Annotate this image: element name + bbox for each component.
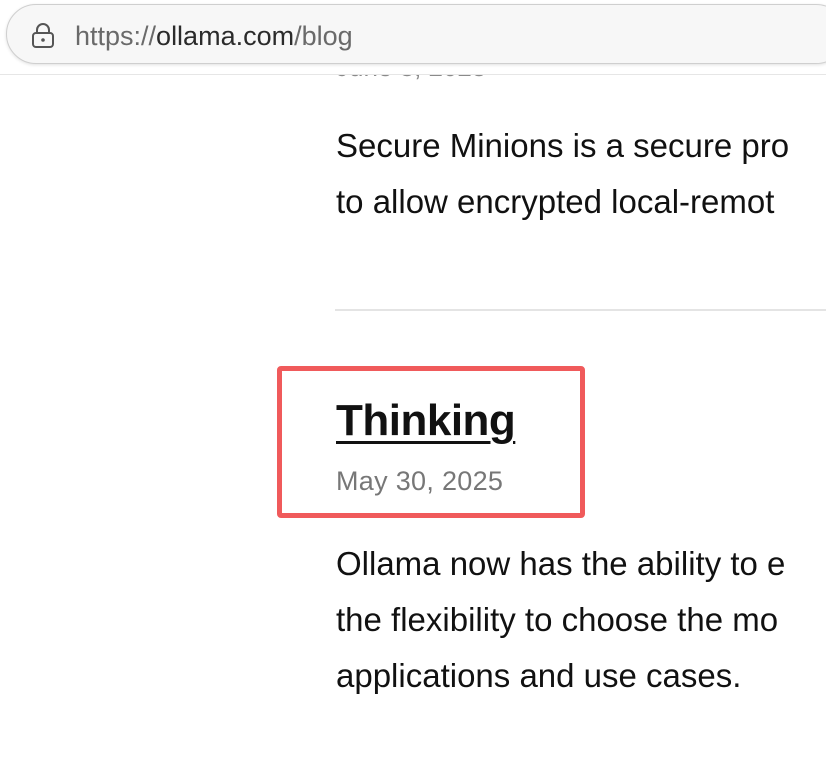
post-title-link[interactable]: Thinking — [336, 396, 516, 446]
address-bar[interactable]: https://ollama.com/blog — [6, 4, 826, 64]
excerpt-line: Secure Minions is a secure pro — [336, 127, 790, 164]
post-date: May 30, 2025 — [336, 466, 504, 496]
lock-icon — [32, 23, 54, 48]
post-excerpt: Ollama now has the ability to e the flex… — [336, 536, 785, 704]
browser-toolbar: https://ollama.com/blog — [0, 0, 826, 75]
post-divider — [335, 309, 826, 311]
excerpt-line: Ollama now has the ability to e — [336, 545, 786, 582]
excerpt-line: applications and use cases. — [336, 657, 742, 694]
url-path: /blog — [294, 21, 353, 51]
url-scheme: https:// — [75, 21, 157, 51]
url-text[interactable]: https://ollama.com/blog — [75, 20, 353, 52]
post-excerpt: Secure Minions is a secure pro to allow … — [336, 118, 789, 230]
page: https://ollama.com/blog June 3, 2025 Sec… — [0, 0, 826, 762]
url-host: ollama.com — [156, 21, 295, 51]
excerpt-line: the flexibility to choose the mo — [336, 601, 779, 638]
excerpt-line: to allow encrypted local-remot — [336, 183, 775, 220]
